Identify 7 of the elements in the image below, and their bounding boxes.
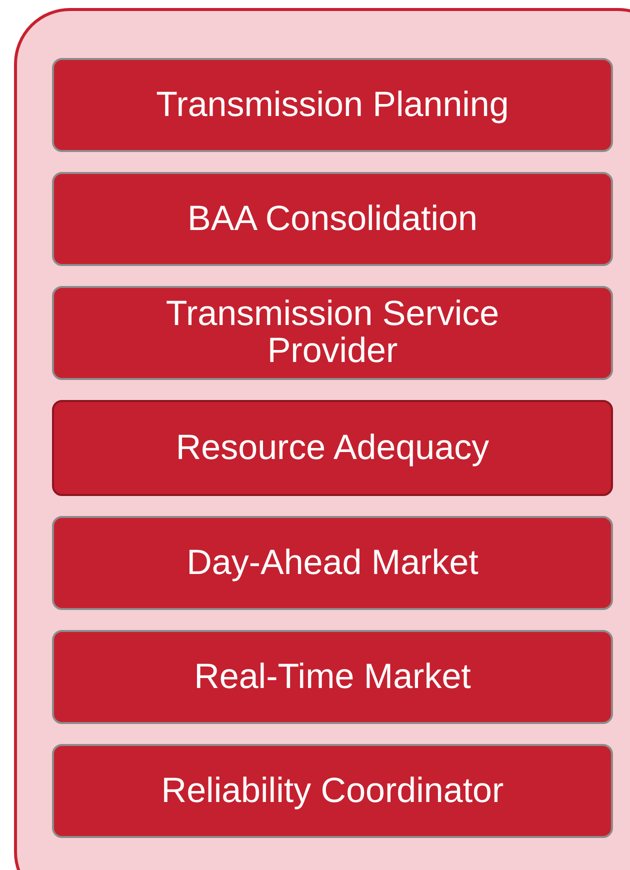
category-label: Reliability Coordinator — [161, 772, 504, 810]
category-label: Transmission Service Provider — [164, 296, 500, 370]
category-label: Day-Ahead Market — [186, 544, 478, 582]
category-label: Transmission Planning — [156, 86, 509, 124]
category-label: Resource Adequacy — [176, 430, 490, 466]
category-label: BAA Consolidation — [188, 200, 478, 238]
category-label: Real-Time Market — [194, 658, 471, 696]
